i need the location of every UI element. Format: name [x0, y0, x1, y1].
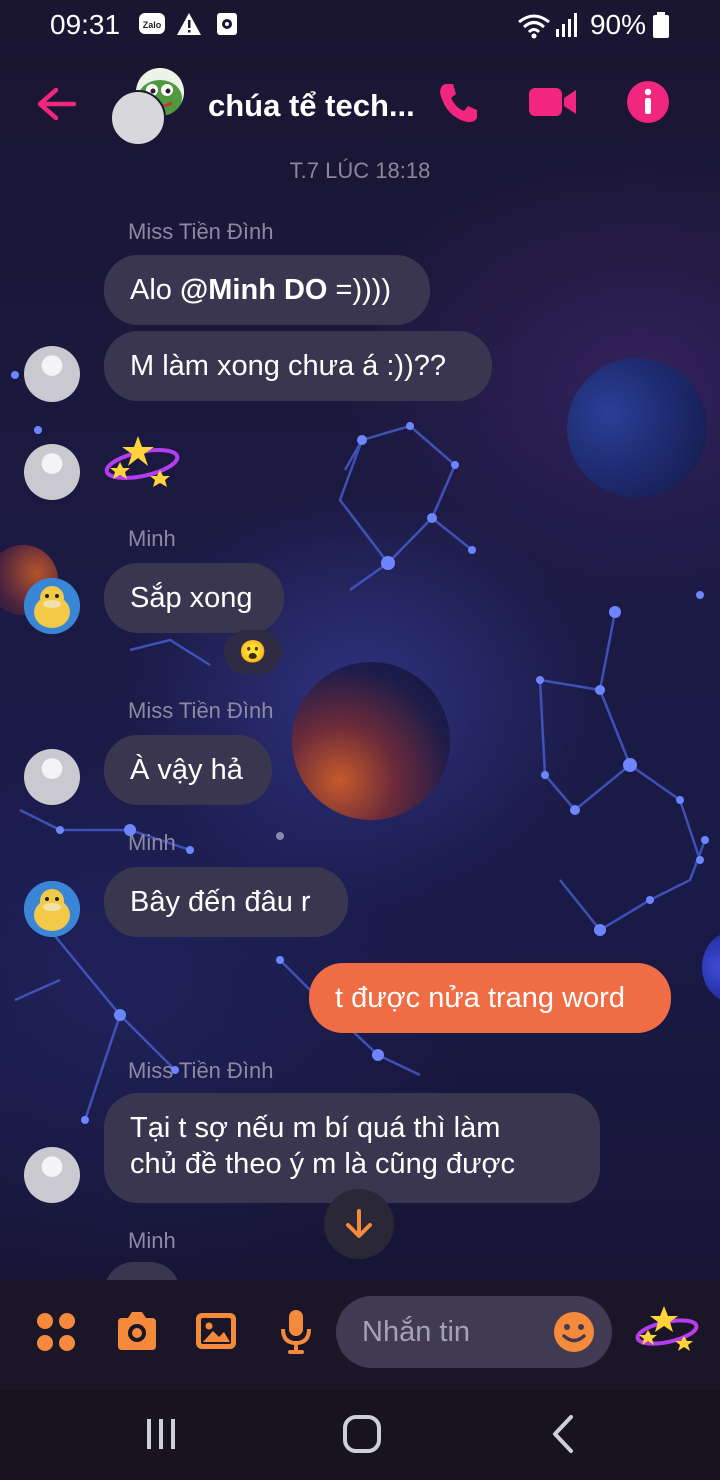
battery-level: 90%: [589, 9, 646, 40]
sender-avatar[interactable]: [24, 749, 80, 805]
message-bubble[interactable]: Tại t sợ nếu m bí quá thì làm chủ đề the…: [104, 1093, 600, 1203]
wifi-icon: [516, 11, 552, 39]
chat-header: chúa tể tech...: [0, 60, 720, 160]
zalo-icon: Zalo: [138, 11, 166, 37]
message-text: M làm xong chưa á :))??: [130, 350, 446, 382]
scroll-to-bottom-button[interactable]: [324, 1189, 394, 1259]
home-icon[interactable]: [342, 1414, 382, 1459]
stars-sticker-send-icon[interactable]: [634, 1304, 700, 1361]
sender-name: Minh: [128, 526, 176, 551]
camera-icon[interactable]: [114, 1310, 160, 1357]
sender-avatar[interactable]: [24, 881, 80, 937]
partial-message-bubble: [104, 1262, 180, 1280]
group-avatar[interactable]: [110, 68, 190, 148]
emoji-icon[interactable]: [552, 1310, 596, 1359]
message-text: Sắp xong: [130, 582, 253, 614]
message-text: t được nửa trang word: [335, 982, 625, 1014]
message-reaction[interactable]: 😮: [224, 630, 282, 674]
recent-apps-icon[interactable]: [144, 1415, 178, 1458]
zalo-label: Zalo: [143, 20, 162, 30]
arrow-down-icon: [346, 1209, 372, 1238]
signal-icon: [554, 11, 580, 39]
message-bubble[interactable]: Sắp xong: [104, 563, 284, 633]
own-message-bubble[interactable]: t được nửa trang word: [309, 963, 671, 1033]
message-text: =)))): [327, 274, 392, 306]
message-text: Bây đến đâu r: [130, 886, 311, 918]
member-avatar-placeholder: [110, 90, 166, 146]
message-bubble[interactable]: À vậy hả: [104, 735, 272, 805]
message-text: Tại t sợ nếu m bí quá thì làm: [130, 1112, 501, 1144]
back-arrow-icon[interactable]: [36, 86, 77, 127]
battery-icon: [652, 11, 670, 39]
sender-avatar[interactable]: [24, 444, 80, 500]
message-input[interactable]: Nhắn tin: [336, 1296, 612, 1368]
sender-avatar[interactable]: [24, 578, 80, 634]
status-bar: 09:31 Zalo 90%: [0, 0, 720, 50]
screen-record-icon: [216, 11, 238, 37]
status-time: 09:31: [50, 9, 121, 40]
back-nav-icon[interactable]: [550, 1414, 576, 1459]
message-text: Alo: [130, 274, 180, 306]
alert-icon: [176, 11, 202, 37]
reaction-emoji: 😮: [239, 639, 267, 664]
video-call-icon[interactable]: [528, 84, 578, 125]
stars-sticker-icon[interactable]: [102, 434, 182, 495]
message-text: À vậy hả: [130, 754, 243, 786]
conversation-title[interactable]: chúa tể tech...: [208, 88, 415, 124]
mention-tag[interactable]: @Minh DO: [180, 272, 327, 308]
system-nav-bar: [0, 1390, 720, 1480]
phone-call-icon[interactable]: [436, 80, 478, 129]
date-divider: T.7 LÚC 18:18: [289, 158, 431, 183]
message-bubble[interactable]: Bây đến đâu r: [104, 867, 348, 937]
message-text: chủ đề theo ý m là cũng được: [130, 1148, 516, 1180]
sender-avatar[interactable]: [24, 1147, 80, 1203]
message-input-placeholder: Nhắn tin: [362, 1316, 471, 1348]
message-bubble[interactable]: M làm xong chưa á :))??: [104, 331, 492, 401]
sender-avatar[interactable]: [24, 346, 80, 402]
mic-icon[interactable]: [278, 1308, 314, 1361]
sender-name: Miss Tiền Đình: [128, 219, 274, 244]
message-composer: Nhắn tin: [0, 1280, 720, 1390]
sender-name: Miss Tiền Đình: [128, 1058, 274, 1083]
sender-name: Minh: [128, 1228, 176, 1253]
gallery-icon[interactable]: [194, 1310, 238, 1357]
sender-name: Miss Tiền Đình: [128, 698, 274, 723]
sender-name: Minh: [128, 830, 176, 855]
message-bubble[interactable]: Alo @Minh DO =)))): [104, 255, 430, 325]
apps-icon[interactable]: [36, 1312, 76, 1357]
info-icon[interactable]: [626, 80, 670, 129]
